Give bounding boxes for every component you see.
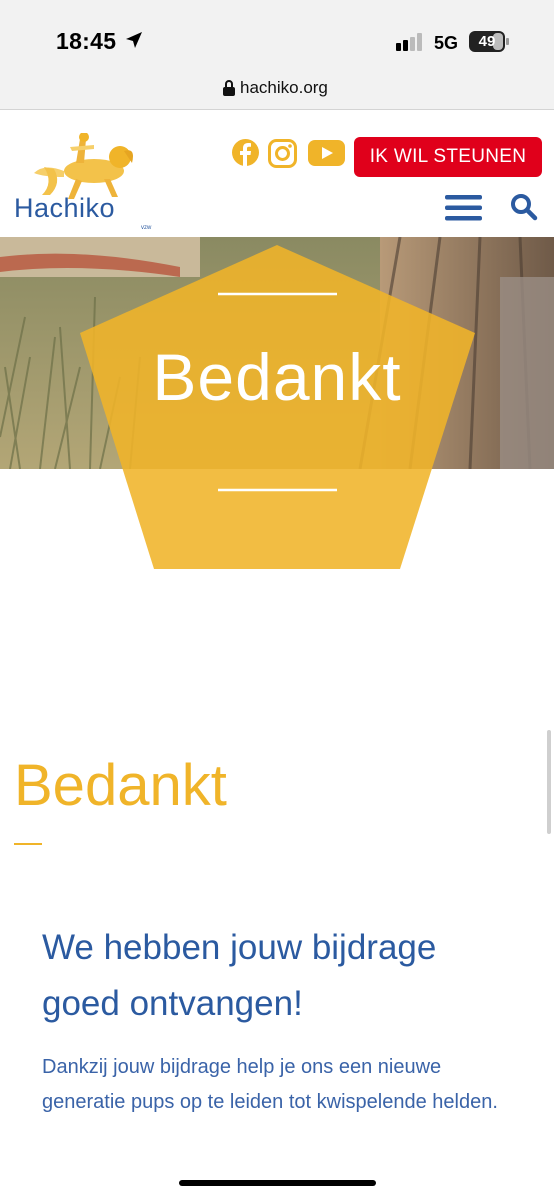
url-text[interactable]: hachiko.org — [240, 78, 328, 98]
search-icon[interactable] — [510, 193, 538, 221]
status-time: 18:45 — [56, 28, 117, 54]
battery-level: 49 — [478, 33, 496, 50]
signal-icon — [396, 33, 422, 51]
lock-icon — [223, 80, 235, 96]
logo-text: Hachiko — [14, 193, 116, 223]
hero-title: Bedankt — [152, 340, 402, 414]
facebook-icon[interactable] — [232, 139, 259, 166]
confirmation-text: Dankzij jouw bijdrage help je ons een ni… — [42, 1056, 498, 1113]
hachiko-logo[interactable]: Hachiko vzw — [10, 133, 160, 233]
youtube-icon[interactable] — [308, 140, 345, 166]
logo-suffix: vzw — [141, 225, 152, 231]
confirmation-heading: We hebben jouw bijdrage goed ontvangen! — [42, 928, 437, 1023]
battery-icon: 49 — [469, 31, 509, 52]
hamburger-menu-icon[interactable] — [445, 195, 482, 221]
address-bar[interactable]: hachiko.org — [0, 70, 554, 110]
site-header: Hachiko vzw IK WIL STEUNEN — [0, 111, 554, 237]
location-arrow-icon — [126, 32, 142, 48]
heading-divider — [14, 843, 42, 845]
status-bar: 18:45 5G 49 — [0, 0, 554, 70]
instagram-icon[interactable] — [268, 139, 297, 168]
network-label: 5G — [434, 33, 459, 53]
hero-banner: Bedankt — [0, 237, 554, 577]
home-indicator[interactable] — [179, 1180, 376, 1186]
scrollbar[interactable] — [547, 730, 551, 834]
donate-button[interactable]: IK WIL STEUNEN — [354, 137, 542, 177]
page-heading: Bedankt — [14, 753, 227, 818]
